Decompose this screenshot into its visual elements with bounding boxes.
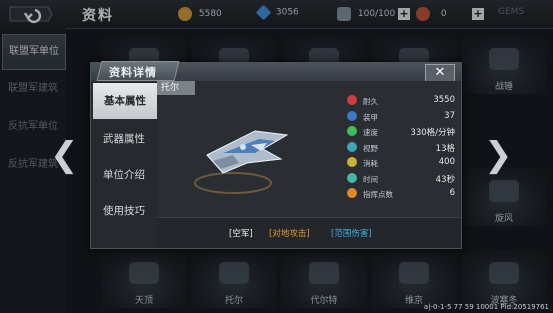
tag-ground-attack: [对地攻击] — [269, 229, 310, 239]
star-icon — [347, 188, 357, 198]
stat-row: 耐久 3550 — [347, 93, 457, 109]
speed-icon — [347, 126, 357, 136]
build-info: a|-0-1-5 77 59 10001 Pld:20519761 — [423, 303, 549, 311]
stat-list: 耐久 3550 装甲 37 速度 330格/分钟 视野 13格 消耗 400 时… — [347, 93, 457, 202]
stat-row: 消耗 400 — [347, 155, 457, 171]
close-button[interactable]: ✕ — [425, 64, 455, 82]
aircraft-model-icon — [194, 130, 289, 194]
tag-air: [空军] — [229, 229, 253, 239]
armor-icon — [347, 110, 357, 121]
stat-row: 装甲 37 — [347, 109, 457, 125]
stat-row: 速度 330格/分钟 — [347, 124, 457, 140]
heart-icon — [347, 95, 357, 105]
tab-weapon-attributes[interactable]: 武器属性 — [91, 121, 157, 157]
detail-tabs: 基本属性 武器属性 单位介绍 使用技巧 — [91, 81, 157, 248]
unit-detail-dialog: 资料详情 ✕ 基本属性 武器属性 单位介绍 使用技巧 托尔 耐久 3550 装甲… — [90, 61, 462, 249]
tab-basic-attributes[interactable]: 基本属性 — [93, 83, 157, 119]
next-unit-arrow-icon[interactable]: ❯ — [484, 138, 513, 172]
tab-usage-tips[interactable]: 使用技巧 — [91, 193, 157, 229]
stat-row: 视野 13格 — [347, 140, 457, 156]
eye-icon — [347, 141, 357, 152]
clock-icon — [347, 172, 357, 183]
stat-row: 时间 43秒 — [347, 171, 457, 187]
cost-icon — [347, 157, 357, 167]
unit-name: 托尔 — [157, 81, 195, 95]
dialog-title: 资料详情 — [109, 66, 157, 79]
tab-unit-intro[interactable]: 单位介绍 — [91, 157, 157, 193]
tag-area-damage: [范围伤害] — [331, 229, 372, 239]
unit-tags: [空军] [对地攻击] [范围伤害] — [157, 217, 461, 248]
stat-row: 指挥点数 6 — [347, 186, 457, 202]
prev-unit-arrow-icon[interactable]: ❮ — [50, 138, 79, 172]
dialog-header: 资料详情 ✕ — [91, 61, 461, 82]
detail-content: 托尔 耐久 3550 装甲 37 速度 330格/分钟 视野 13格 消耗 40… — [157, 81, 461, 248]
unit-model — [163, 97, 313, 209]
